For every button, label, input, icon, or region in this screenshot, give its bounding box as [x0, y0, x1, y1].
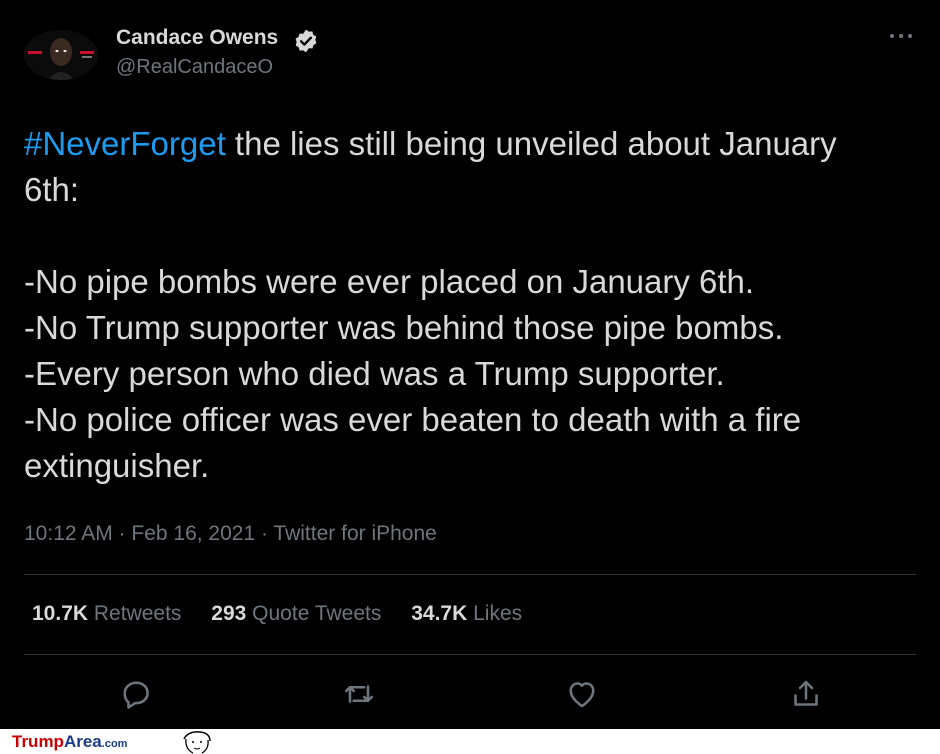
like-icon — [569, 682, 595, 708]
share-icon — [794, 680, 818, 706]
reply-icon — [123, 681, 149, 709]
avatar-image — [24, 30, 98, 80]
quotes-count: 293 — [211, 602, 247, 625]
quotes-label: Quote Tweets — [252, 602, 382, 625]
retweet-icon — [344, 685, 374, 703]
tweet-card: Candace Owens @RealCandaceO #NeverForget… — [0, 0, 940, 729]
tweet-stats: 10.7K Retweets 293 Quote Tweets 34.7K Li… — [32, 602, 546, 626]
tweet-text-intro: #NeverForget the lies still being unveil… — [24, 121, 924, 167]
author-display-name[interactable]: Candace Owens — [116, 26, 278, 50]
likes-count: 34.7K — [411, 602, 468, 625]
caricature-icon — [183, 731, 211, 754]
retweets-stat[interactable]: 10.7K Retweets — [32, 602, 181, 625]
tweet-line: -No pipe bombs were ever placed on Janua… — [24, 263, 755, 300]
watermark-bar: TrumpArea.com — [0, 729, 940, 754]
retweet-button[interactable] — [341, 676, 377, 712]
share-button[interactable] — [788, 676, 824, 712]
author-handle[interactable]: @RealCandaceO — [116, 56, 273, 79]
tweet-text: #NeverForget the lies still being unveil… — [24, 121, 924, 489]
more-options-icon[interactable] — [888, 28, 914, 44]
like-button[interactable] — [564, 676, 600, 712]
site-logo: TrumpArea.com — [12, 732, 127, 752]
likes-stat[interactable]: 34.7K Likes — [411, 602, 522, 625]
tweet-intro-continued: 6th: — [24, 171, 80, 208]
logo-text-part: .com — [101, 738, 128, 750]
tweet-line: -Every person who died was a Trump suppo… — [24, 355, 725, 392]
divider — [24, 654, 916, 655]
hashtag-link[interactable]: #NeverForget — [24, 125, 226, 162]
likes-label: Likes — [473, 602, 523, 625]
logo-text-part: Trump — [12, 732, 64, 751]
tweet-intro-text: the lies still being unveiled about Janu… — [225, 125, 837, 162]
tweet-line: extinguisher. — [24, 447, 210, 484]
quote-tweets-stat[interactable]: 293 Quote Tweets — [211, 602, 381, 625]
verified-badge-icon — [295, 29, 317, 53]
tweet-line: -No Trump supporter was behind those pip… — [24, 309, 784, 346]
tweet-line: -No police officer was ever beaten to de… — [24, 401, 802, 438]
logo-text-part: Area — [63, 732, 102, 751]
retweets-label: Retweets — [93, 602, 182, 625]
divider — [24, 574, 916, 575]
tweet-timestamp-source[interactable]: 10:12 AM · Feb 16, 2021 · Twitter for iP… — [24, 522, 437, 546]
avatar[interactable] — [24, 30, 98, 80]
retweets-count: 10.7K — [32, 602, 89, 625]
reply-button[interactable] — [118, 676, 154, 712]
